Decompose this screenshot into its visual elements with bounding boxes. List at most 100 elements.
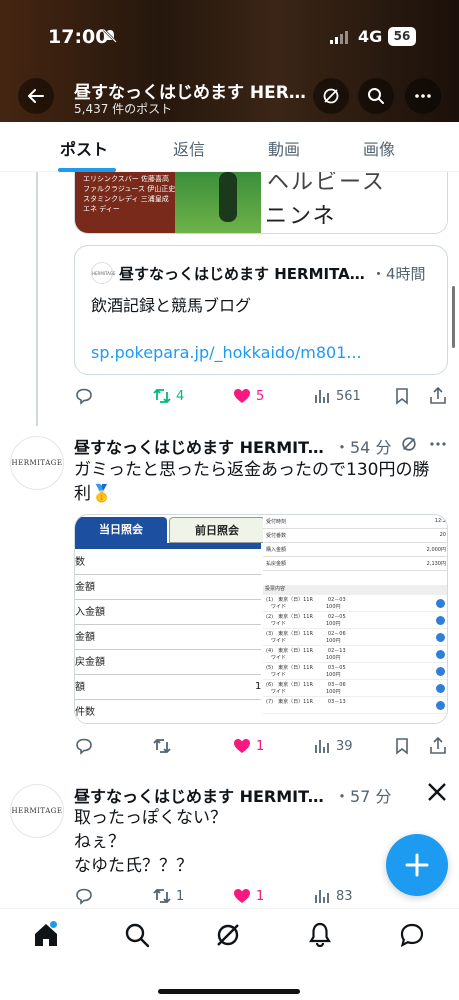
bookmark-button[interactable] <box>392 736 412 756</box>
views-button[interactable]: 83 <box>312 886 353 906</box>
views-icon <box>315 890 329 903</box>
network-type: 4G <box>358 27 383 46</box>
author-name[interactable]: 昼すなっくはじめます HERMITAGE <box>74 434 332 458</box>
reply-button[interactable] <box>74 736 94 756</box>
avatar: HERMITAGE <box>91 262 115 284</box>
bell-muted-icon <box>103 29 117 43</box>
like-button[interactable]: 1 <box>232 886 264 906</box>
home-indicator <box>158 989 300 994</box>
profile-header: 昼すなっくはじめます HERMITAGE 5,437 件のポスト <box>0 72 459 122</box>
arrow-left-icon <box>28 89 44 103</box>
bookmark-icon <box>396 388 408 405</box>
avatar-logo-text: HERMITAGE <box>11 459 63 467</box>
bookmark-icon <box>396 738 408 755</box>
retweet-icon <box>153 738 171 754</box>
quoted-author-name: 昼すなっくはじめます HERMITAGE <box>119 265 369 283</box>
header-post-count: 5,437 件のポスト <box>74 102 173 116</box>
card-image-horse <box>175 172 261 233</box>
views-icon <box>315 740 329 753</box>
profile-tabs: ポスト 返信 動画 画像 <box>0 122 459 172</box>
grok-icon <box>323 88 339 104</box>
media-image-right[interactable]: 受付時刻 12:2 受付番数 20 購入金額 2,000円 払戻金額 2,130円 投票… <box>263 515 447 723</box>
like-button[interactable]: 5 <box>232 386 264 406</box>
like-count: 5 <box>256 388 265 404</box>
retweet-count: 1 <box>176 888 185 904</box>
more-icon[interactable] <box>428 436 448 452</box>
more-button[interactable] <box>405 78 441 114</box>
thread-line <box>36 172 38 426</box>
plus-icon <box>405 853 429 877</box>
post-time[interactable]: ・57 分 <box>334 783 391 807</box>
battery-icon: 56 <box>388 27 416 46</box>
heart-filled-icon <box>234 889 250 903</box>
share-button[interactable] <box>428 386 448 406</box>
bottom-navigation <box>0 908 459 1000</box>
like-button[interactable]: 1 <box>232 736 264 756</box>
reply-button[interactable] <box>74 886 94 906</box>
bookmark-button[interactable] <box>392 386 412 406</box>
tab-images[interactable]: 画像 <box>363 136 395 160</box>
bell-icon[interactable] <box>306 921 334 949</box>
grok-icon[interactable] <box>400 435 418 453</box>
tab-videos[interactable]: 動画 <box>268 136 300 160</box>
grok-icon[interactable] <box>214 921 242 949</box>
post-actions: 1 1 83 <box>74 886 450 908</box>
reply-icon <box>76 888 92 905</box>
reply-icon <box>76 388 92 405</box>
avatar[interactable]: HERMITAGE <box>10 436 64 490</box>
retweet-button[interactable]: 1 <box>152 886 184 906</box>
like-count: 1 <box>256 738 265 754</box>
messages-icon[interactable] <box>398 921 426 949</box>
quoted-post[interactable]: HERMITAGE 昼すなっくはじめます HERMITAGE ・4時間 飲酒記録… <box>74 245 448 375</box>
grok-button[interactable] <box>313 78 349 114</box>
post-text: ガミったと思ったら返金あったので130円の勝利🥇 <box>74 460 430 504</box>
post-time[interactable]: ・54 分 <box>334 434 391 458</box>
tab-posts[interactable]: ポスト <box>60 136 108 160</box>
views-button[interactable]: 561 <box>312 386 361 406</box>
view-count: 561 <box>336 388 361 404</box>
retweet-button[interactable]: 4 <box>152 386 184 406</box>
post-actions: 4 5 561 <box>74 386 450 408</box>
retweet-icon <box>153 388 171 404</box>
quoted-link[interactable]: sp.pokepara.jp/_hokkaido/m801... <box>91 343 362 362</box>
search-button[interactable] <box>358 78 394 114</box>
retweet-button[interactable] <box>152 736 176 756</box>
like-count: 1 <box>256 888 265 904</box>
x-logo-icon[interactable] <box>426 781 448 803</box>
view-count: 83 <box>336 888 353 904</box>
status-time: 17:00 <box>48 26 109 48</box>
views-icon <box>315 390 329 403</box>
avatar[interactable]: HERMITAGE <box>10 784 64 838</box>
views-button[interactable]: 39 <box>312 736 353 756</box>
avatar-logo-text: HERMITAGE <box>11 807 63 815</box>
notification-dot <box>50 921 57 928</box>
heart-filled-icon <box>234 739 250 753</box>
quoted-text: 飲酒記録と競馬ブログ <box>91 296 252 315</box>
tab-replies[interactable]: 返信 <box>173 136 205 160</box>
reply-icon <box>76 738 92 755</box>
share-icon <box>430 386 446 404</box>
signal-icon <box>330 30 348 44</box>
link-card-image[interactable]: エリシンクスバー 佐藤喜高 ファルクラジュース 伊山正史 スタミンクレディ 三浦… <box>74 172 448 234</box>
search-icon <box>368 88 384 104</box>
active-tab-indicator <box>58 168 116 172</box>
back-button[interactable] <box>18 78 54 114</box>
share-button[interactable] <box>428 736 448 756</box>
card-image-caption-2: ニンネ <box>265 204 337 229</box>
author-name[interactable]: 昼すなっくはじめます HERMITAGE <box>74 783 332 807</box>
post-media[interactable]: 当日照会 前日照会 数 金額 入金額 金額 戻金額 額 1 件数 受付時刻 12:… <box>74 514 448 724</box>
retweet-count: 4 <box>176 388 185 404</box>
retweet-icon <box>153 888 171 904</box>
post-actions: 1 39 <box>74 736 450 758</box>
quoted-time: ・4時間 <box>371 265 426 283</box>
reply-button[interactable] <box>74 386 94 406</box>
card-image-caption: ヘルビース <box>267 172 386 195</box>
more-icon <box>415 94 431 98</box>
card-image-text: エリシンクスバー 佐藤喜高 ファルクラジュース 伊山正史 スタミンクレディ 三浦… <box>83 175 176 213</box>
search-icon[interactable] <box>123 921 151 949</box>
status-bar: 17:00 4G 56 <box>0 0 459 72</box>
scrollbar[interactable] <box>452 286 455 348</box>
compose-button[interactable] <box>386 834 448 896</box>
media-image-left[interactable]: 当日照会 前日照会 数 金額 入金額 金額 戻金額 額 1 件数 <box>75 515 265 723</box>
heart-filled-icon <box>234 389 250 403</box>
